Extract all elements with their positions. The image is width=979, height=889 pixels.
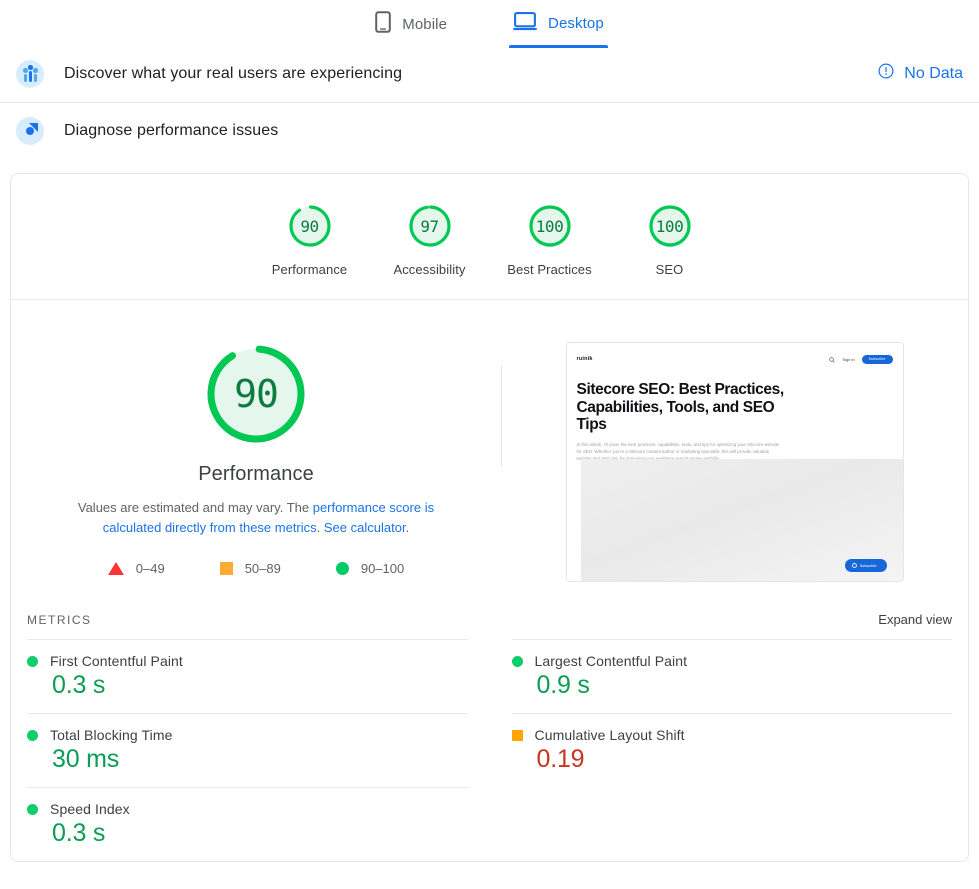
metric-value: 0.3 s (52, 819, 468, 848)
info-circle-icon (878, 63, 894, 84)
mobile-icon (375, 11, 391, 38)
metrics-grid: First Contentful Paint 0.3 s Total Block… (11, 639, 968, 861)
score-ring-accessibility: 97 (406, 202, 454, 250)
metric-label: Speed Index (50, 801, 130, 817)
diagnose-icon (16, 117, 44, 145)
see-calculator-link[interactable]: See calculator (324, 520, 406, 535)
metric-header: Total Blocking Time (27, 727, 468, 743)
no-data-status[interactable]: No Data (878, 63, 963, 84)
metric-value: 0.9 s (537, 671, 953, 700)
lighthouse-results-card: 90 Performance 97 Accessibility 100 (10, 173, 969, 862)
metric-value: 0.19 (537, 745, 953, 774)
metric-first-contentful-paint[interactable]: First Contentful Paint 0.3 s (27, 639, 468, 713)
good-circle-icon (27, 730, 38, 741)
description-text-2: . (317, 520, 324, 535)
triangle-icon (108, 562, 124, 575)
floating-subscribe-label: Subscribe (860, 564, 877, 568)
metric-value: 0.3 s (52, 671, 468, 700)
metric-header: First Contentful Paint (27, 653, 468, 669)
score-ring-seo: 100 (646, 202, 694, 250)
category-score-seo[interactable]: 100 SEO (610, 202, 730, 277)
score-value: 100 (536, 217, 563, 236)
category-score-best-practices[interactable]: 100 Best Practices (490, 202, 610, 277)
performance-gauge: 90 (202, 340, 310, 448)
metric-label: Total Blocking Time (50, 727, 173, 743)
category-label: SEO (656, 262, 684, 277)
thumbnail-content: ruinik Sign in Subscribe (577, 351, 893, 581)
performance-gauge-label: Performance (198, 463, 314, 486)
score-ring-best-practices: 100 (526, 202, 574, 250)
good-circle-icon (512, 656, 523, 667)
score-legend: 0–49 50–89 90–100 (108, 561, 404, 576)
metric-label: First Contentful Paint (50, 653, 183, 669)
diagnose-performance-title: Diagnose performance issues (64, 122, 278, 140)
category-score-accessibility[interactable]: 97 Accessibility (370, 202, 490, 277)
category-score-performance[interactable]: 90 Performance (250, 202, 370, 277)
description-text-1: Values are estimated and may vary. The (78, 500, 313, 515)
legend-item-good: 90–100 (336, 561, 404, 576)
category-label: Accessibility (393, 262, 465, 277)
metric-value: 30 ms (52, 745, 468, 774)
desktop-icon (513, 11, 537, 36)
score-value: 90 (300, 217, 318, 236)
vertical-divider (501, 366, 502, 466)
subscribe-circle-icon (852, 563, 857, 568)
page-screenshot-thumbnail[interactable]: ruinik Sign in Subscribe (566, 342, 904, 582)
metric-largest-contentful-paint[interactable]: Largest Contentful Paint 0.9 s (512, 639, 953, 713)
search-icon (829, 350, 835, 368)
tab-desktop[interactable]: Desktop (509, 8, 608, 48)
score-value: 97 (420, 217, 438, 236)
score-value: 100 (656, 217, 683, 236)
legend-range: 0–49 (136, 561, 165, 576)
metric-label: Cumulative Layout Shift (535, 727, 685, 743)
good-circle-icon (27, 804, 38, 815)
thumbnail-floating-subscribe: Subscribe (845, 559, 887, 572)
metric-cumulative-layout-shift[interactable]: Cumulative Layout Shift 0.19 (512, 713, 953, 787)
metric-label: Largest Contentful Paint (535, 653, 688, 669)
real-users-icon (16, 60, 44, 88)
category-label: Best Practices (507, 262, 591, 277)
real-user-experience-header: Discover what your real users are experi… (0, 45, 979, 103)
thumbnail-heading: Sitecore SEO: Best Practices, Capabiliti… (577, 381, 792, 434)
thumbnail-navbar: ruinik Sign in Subscribe (577, 351, 893, 367)
thumbnail-nav-right: Sign in Subscribe (829, 350, 892, 368)
category-label: Performance (272, 262, 348, 277)
performance-overview: 90 Performance Values are estimated and … (11, 300, 968, 582)
tab-desktop-label: Desktop (548, 15, 604, 32)
tab-mobile-label: Mobile (402, 16, 447, 33)
thumbnail-signin-label: Sign in (842, 357, 854, 362)
performance-gauge-value: 90 (234, 372, 278, 416)
device-tabs: Mobile Desktop (0, 0, 979, 45)
metrics-column-right: Largest Contentful Paint 0.9 s Cumulativ… (490, 639, 953, 861)
metric-header: Speed Index (27, 801, 468, 817)
real-user-experience-title: Discover what your real users are experi… (64, 65, 402, 83)
metrics-header: METRICS Expand view (11, 582, 968, 627)
score-ring-performance: 90 (286, 202, 334, 250)
legend-item-average: 50–89 (220, 561, 281, 576)
metric-total-blocking-time[interactable]: Total Blocking Time 30 ms (27, 713, 468, 787)
no-data-label: No Data (904, 65, 963, 83)
metrics-column-left: First Contentful Paint 0.3 s Total Block… (27, 639, 490, 861)
performance-description: Values are estimated and may vary. The p… (56, 498, 456, 538)
metric-header: Largest Contentful Paint (512, 653, 953, 669)
metrics-title: METRICS (27, 613, 92, 627)
diagnose-performance-header: Diagnose performance issues (0, 103, 979, 159)
average-square-icon (512, 730, 523, 741)
performance-gauge-block: 90 Performance Values are estimated and … (11, 340, 501, 576)
legend-range: 50–89 (245, 561, 281, 576)
legend-item-poor: 0–49 (108, 561, 165, 576)
metric-header: Cumulative Layout Shift (512, 727, 953, 743)
square-icon (220, 562, 233, 575)
expand-view-button[interactable]: Expand view (878, 612, 952, 627)
legend-range: 90–100 (361, 561, 404, 576)
tab-mobile[interactable]: Mobile (371, 8, 451, 50)
good-circle-icon (27, 656, 38, 667)
category-scores-row: 90 Performance 97 Accessibility 100 (11, 174, 968, 300)
description-text-3: . (406, 520, 410, 535)
thumbnail-subscribe-button: Subscribe (862, 355, 893, 364)
thumbnail-logo: ruinik (577, 356, 593, 362)
page-screenshot-block: ruinik Sign in Subscribe (501, 340, 968, 582)
circle-icon (336, 562, 349, 575)
metric-speed-index[interactable]: Speed Index 0.3 s (27, 787, 468, 861)
